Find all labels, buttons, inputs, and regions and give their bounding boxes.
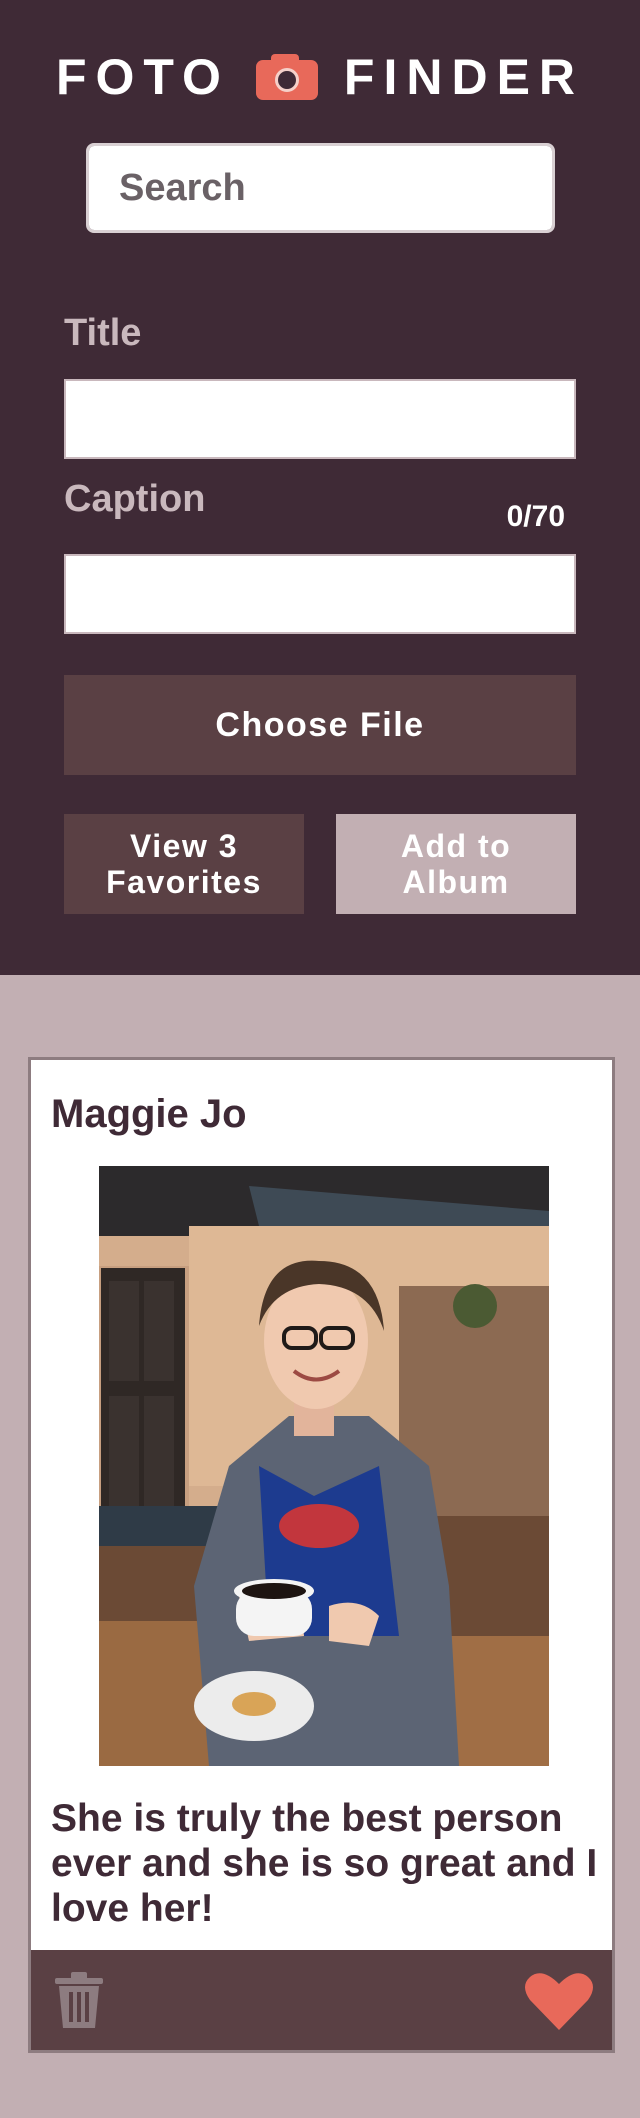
card-caption[interactable]: She is truly the best person ever and sh… bbox=[51, 1796, 611, 1931]
card-title[interactable]: Maggie Jo bbox=[51, 1092, 247, 1137]
caption-char-counter: 0/70 bbox=[506, 500, 565, 533]
trash-icon[interactable] bbox=[49, 1970, 109, 2030]
app-logo: FOTO FINDER bbox=[0, 50, 640, 104]
title-label: Title bbox=[64, 312, 142, 354]
choose-file-button[interactable]: Choose File bbox=[64, 675, 576, 775]
search-bar bbox=[86, 143, 555, 233]
view-favorites-button[interactable]: View 3 Favorites bbox=[64, 814, 304, 914]
add-to-album-button[interactable]: Add to Album bbox=[336, 814, 576, 914]
logo-text-right: FINDER bbox=[343, 49, 585, 105]
card-photo bbox=[99, 1166, 549, 1766]
card-footer bbox=[31, 1950, 612, 2050]
photo-card: Maggie Jo She is truly the best person e… bbox=[28, 1057, 615, 2053]
search-input[interactable] bbox=[89, 146, 552, 230]
caption-label: Caption bbox=[64, 478, 206, 520]
logo-text-left: FOTO bbox=[55, 49, 230, 105]
header-panel: FOTO FINDER Title Caption 0/70 Choose Fi… bbox=[0, 0, 640, 975]
camera-icon bbox=[255, 54, 318, 100]
heart-icon[interactable] bbox=[524, 1970, 594, 2032]
caption-input[interactable] bbox=[64, 554, 576, 634]
title-input[interactable] bbox=[64, 379, 576, 459]
